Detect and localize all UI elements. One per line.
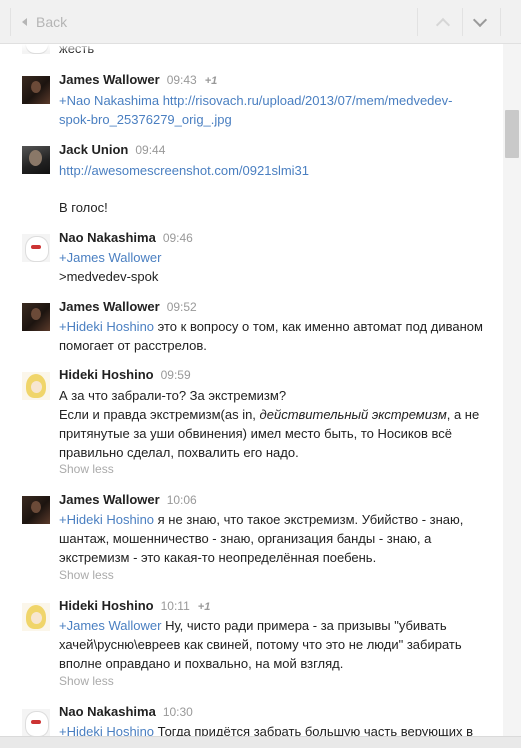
show-less-link[interactable]: Show less [59,674,114,688]
timestamp[interactable]: 09:43 [167,73,197,87]
back-arrow-icon [22,18,27,26]
comment-header: Nao Nakashima 09:46 [59,230,193,248]
comment-text: +Hideki Hoshino Тогда придётся забрать б… [59,722,489,736]
timestamp[interactable]: 10:06 [167,493,197,507]
avatar[interactable] [22,372,50,400]
comment-line: Ну, чисто ради примера - за призывы "уби… [161,618,447,633]
comment-text: +Hideki Hoshino это к вопросу о том, как… [59,317,489,355]
comment-line: правильно сделал, похвалить его надо. [59,445,299,460]
avatar[interactable] [22,496,50,524]
comment-text: +James Wallower >medvedev-spok [59,248,489,286]
mention-link[interactable]: Hideki Hoshino [67,512,154,527]
mention-link[interactable]: James Wallower [67,250,162,265]
mention-plus: + [59,512,67,527]
mention-plus: + [59,250,67,265]
comment-header: James Wallower 09:43 +1 [59,72,217,90]
show-less-link[interactable]: Show less [59,462,114,476]
show-less-link[interactable]: Show less [59,568,114,582]
comment-header: Nao Nakashima 10:30 [59,704,193,722]
author-name[interactable]: Hideki Hoshino [59,367,154,382]
timestamp[interactable]: 09:59 [161,368,191,382]
comment-emphasis: действительный экстремизм [259,407,447,422]
toolbar-divider [417,8,418,36]
toolbar-divider [10,8,11,36]
plus-one-count: +1 [204,75,218,87]
toolbar-divider [500,8,501,36]
mention-link[interactable]: Hideki Hoshino [67,724,154,736]
mention-plus: + [59,319,67,334]
comment-line: А за что забрали-то? За экстремизм? [59,388,287,403]
timestamp[interactable]: 09:46 [163,231,193,245]
plus-one-count: +1 [197,601,211,613]
comment-header: James Wallower 09:52 [59,299,197,317]
top-fade [0,44,503,52]
comment-text: В голос! [59,200,108,215]
chevron-up-icon [435,17,451,33]
avatar[interactable] [22,76,50,104]
comment-line: хачей\русню\евреев как свиней, потому чт… [59,637,462,652]
comment-text: +Nao Nakashima http://risovach.ru/upload… [59,91,489,129]
comment-line: помогает от расстрелов. [59,338,207,353]
chevron-down-icon [472,12,488,28]
top-toolbar: Back [0,0,521,44]
comment-feed[interactable]: жесть James Wallower 09:43 +1 +Nao Nakas… [0,44,503,736]
comment-line: притянутые за уши обвинения) имел место … [59,426,452,441]
comment-header: Hideki Hoshino 10:11 +1 [59,598,210,616]
author-name[interactable]: Nao Nakashima [59,704,156,719]
mention-link[interactable]: +Nao Nakashima [59,93,159,108]
mention-link[interactable]: Hideki Hoshino [67,319,154,334]
mention-plus: + [59,618,67,633]
comment-header: Hideki Hoshino 09:59 [59,367,191,385]
comment-line: Если и правда экстремизм(as in, [59,407,260,422]
avatar[interactable] [22,603,50,631]
mention-plus: + [59,724,67,736]
avatar[interactable] [22,709,50,736]
author-name[interactable]: James Wallower [59,72,160,87]
comment-text: А за что забрали-то? За экстремизм? Если… [59,386,489,462]
comment-line: это к вопросу о том, как именно автомат … [154,319,483,334]
scrollbar-thumb[interactable] [505,110,519,158]
timestamp[interactable]: 10:11 [161,599,190,613]
comment-header: Jack Union 09:44 [59,142,165,160]
author-name[interactable]: James Wallower [59,492,160,507]
avatar[interactable] [22,146,50,174]
url-link[interactable]: http://awesomescreenshot.com/0921slmi31 [59,163,309,178]
comment-line: вполне оправдано и похвально, на мой взг… [59,656,344,671]
comment-line: >medvedev-spok [59,269,159,284]
comment-text: +Hideki Hoshino я не знаю, что такое экс… [59,510,489,567]
mention-link[interactable]: James Wallower [67,618,162,633]
comment-text: http://awesomescreenshot.com/0921slmi31 [59,161,489,180]
author-name[interactable]: Jack Union [59,142,128,157]
comment-header: James Wallower 10:06 [59,492,197,510]
comment-line: , а не [446,407,480,422]
toolbar-divider [462,8,463,36]
next-button[interactable] [467,11,493,33]
timestamp[interactable]: 10:30 [163,705,193,719]
url-link-cont[interactable]: spok-bro_25376279_orig_.jpg [59,112,232,127]
previous-button[interactable] [430,12,454,33]
comment-line: экстремизм - это какая-то неопределённая… [59,550,377,565]
bottom-bar [0,736,521,748]
timestamp[interactable]: 09:44 [135,143,165,157]
comment-line: Тогда придётся забрать большую часть вер… [154,724,474,736]
comment-text: +James Wallower Ну, чисто ради примера -… [59,616,489,673]
back-label: Back [36,14,68,30]
back-button[interactable]: Back [22,13,67,31]
url-link[interactable]: http://risovach.ru/upload/2013/07/mem/me… [163,93,453,108]
comment-line: я не знаю, что такое экстремизм. Убийств… [154,512,464,527]
author-name[interactable]: Nao Nakashima [59,230,156,245]
comment-line: шантаж, мошенничество - знаю, организаци… [59,531,432,546]
avatar[interactable] [22,303,50,331]
timestamp[interactable]: 09:52 [167,300,197,314]
author-name[interactable]: Hideki Hoshino [59,598,154,613]
author-name[interactable]: James Wallower [59,299,160,314]
avatar[interactable] [22,234,50,262]
